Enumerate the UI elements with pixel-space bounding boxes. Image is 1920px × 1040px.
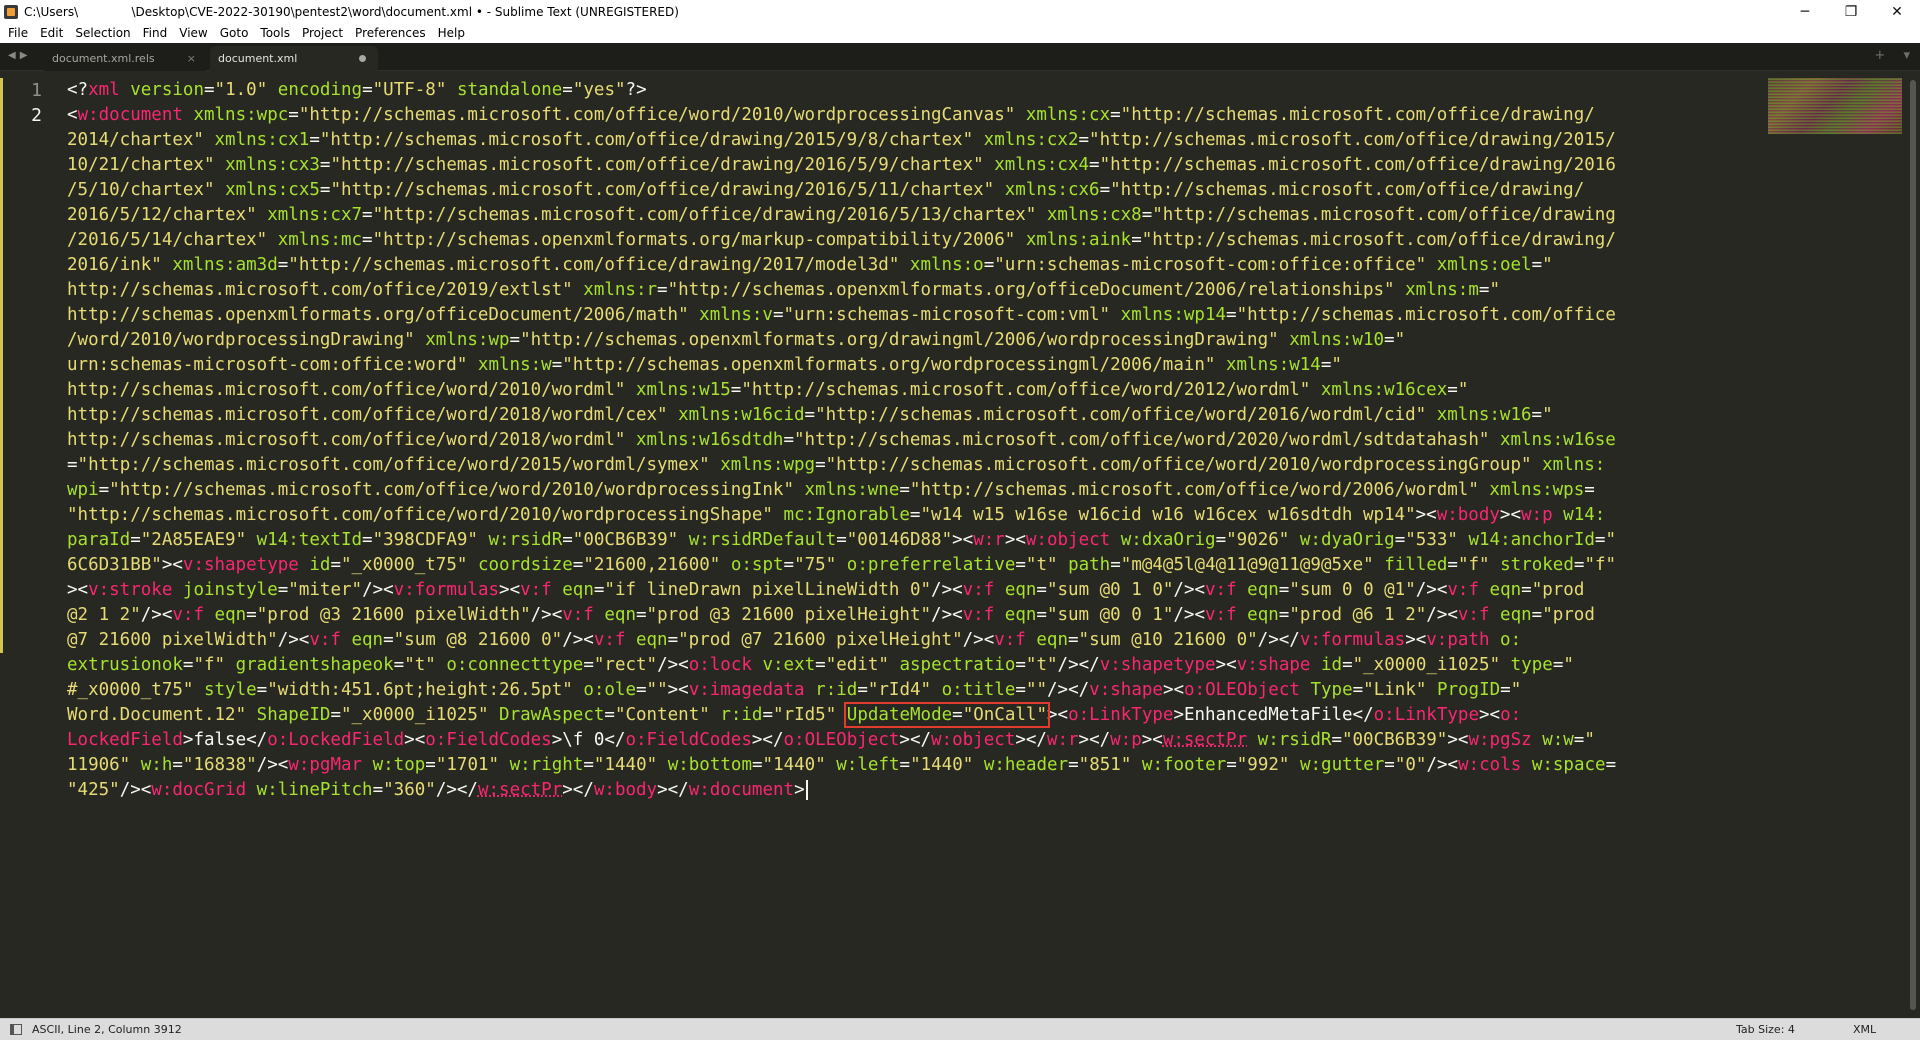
cursor-position: ASCII, Line 2, Column 3912: [32, 1023, 182, 1036]
tab-bar: ◀▶ document.xml.rels × document.xml + ▾: [0, 43, 1920, 71]
code-line: Word.Document.12" ShapeID="_x0000_i1025"…: [67, 702, 1522, 728]
panel-toggle-icon[interactable]: [10, 1024, 22, 1035]
code-line: http://schemas.microsoft.com/office/word…: [67, 430, 1616, 450]
line-number-gutter: 1 2: [0, 78, 62, 128]
window-title: C:\Users\ \Desktop\CVE-2022-30190\pentes…: [24, 4, 679, 19]
tab-size-selector[interactable]: Tab Size: 4: [1736, 1019, 1795, 1040]
tab-close-icon[interactable]: ×: [187, 52, 196, 65]
line-number: 1: [31, 80, 42, 101]
code-line: http://schemas.openxmlformats.org/office…: [67, 305, 1616, 325]
editor-area[interactable]: 1 2 <?xml version="1.0" encoding="UTF-8"…: [0, 72, 1920, 1018]
code-line: LockedField>false</o:LockedField><o:Fiel…: [67, 730, 1595, 750]
tab-label: document.xml: [218, 52, 298, 65]
code-line: @7 21600 pixelWidth"/><v:f eqn="sum @8 2…: [67, 630, 1522, 650]
new-tab-icon[interactable]: +: [1874, 48, 1885, 63]
sublime-text-icon: [4, 4, 18, 19]
title-bar: C:\Users\ \Desktop\CVE-2022-30190\pentes…: [0, 0, 1920, 23]
menu-find[interactable]: Find: [137, 23, 174, 43]
code-line: 11906" w:h="16838"/><w:pgMar w:top="1701…: [67, 755, 1617, 775]
tab-document-xml-rels[interactable]: document.xml.rels ×: [44, 46, 206, 71]
menu-edit[interactable]: Edit: [34, 23, 69, 43]
menu-view[interactable]: View: [173, 23, 213, 43]
minimize-button[interactable]: ─: [1782, 0, 1828, 23]
tab-overflow-icon[interactable]: ▾: [1903, 48, 1910, 63]
syntax-selector[interactable]: XML: [1853, 1019, 1876, 1040]
menu-selection[interactable]: Selection: [69, 23, 136, 43]
code-line: http://schemas.microsoft.com/office/2019…: [67, 280, 1500, 300]
code-line: 2016/ink" xmlns:am3d="http://schemas.mic…: [67, 255, 1553, 275]
tab-actions: + ▾: [1860, 48, 1910, 63]
code-line: extrusionok="f" gradientshapeok="t" o:co…: [67, 655, 1574, 675]
menu-project[interactable]: Project: [296, 23, 349, 43]
code-line: /word/2010/wordprocessingDrawing" xmlns:…: [67, 330, 1406, 350]
menu-goto[interactable]: Goto: [214, 23, 255, 43]
code-line: http://schemas.microsoft.com/office/word…: [67, 380, 1469, 400]
window-controls: ─ ❐ ✕: [1782, 0, 1920, 23]
code-content[interactable]: <?xml version="1.0" encoding="UTF-8" sta…: [67, 78, 1767, 803]
menu-tools[interactable]: Tools: [254, 23, 296, 43]
code-line: <?xml version="1.0" encoding="UTF-8" sta…: [67, 80, 647, 100]
updatemode-highlight: UpdateMode="OnCall": [843, 702, 1051, 728]
unsaved-dot-icon[interactable]: [359, 55, 366, 62]
code-line: "425"/><w:docGrid w:linePitch="360"/></w…: [67, 778, 1767, 803]
code-line: "http://schemas.microsoft.com/office/wor…: [67, 505, 1606, 525]
code-line: http://schemas.microsoft.com/office/word…: [67, 405, 1553, 425]
menu-preferences[interactable]: Preferences: [349, 23, 432, 43]
code-line: urn:schemas-microsoft-com:office:word" x…: [67, 355, 1342, 375]
code-line: 2014/chartex" xmlns:cx1="http://schemas.…: [67, 130, 1616, 150]
menu-bar: File Edit Selection Find View Goto Tools…: [0, 23, 1920, 43]
code-line: ="http://schemas.microsoft.com/office/wo…: [67, 455, 1606, 475]
code-line: 10/21/chartex" xmlns:cx3="http://schemas…: [67, 155, 1616, 175]
code-line: 2016/5/12/chartex" xmlns:cx7="http://sch…: [67, 205, 1616, 225]
code-line: /2016/5/14/chartex" xmlns:mc="http://sch…: [67, 230, 1616, 250]
code-line: @2 1 2"/><v:f eqn="prod @3 21600 pixelWi…: [67, 605, 1595, 625]
code-line: ><v:stroke joinstyle="miter"/><v:formula…: [67, 580, 1585, 600]
code-line: /5/10/chartex" xmlns:cx5="http://schemas…: [67, 180, 1585, 200]
status-bar: ASCII, Line 2, Column 3912 Tab Size: 4 X…: [0, 1018, 1920, 1040]
tab-document-xml[interactable]: document.xml: [210, 46, 378, 71]
scrollbar-thumb[interactable]: [1910, 80, 1916, 1010]
menu-help[interactable]: Help: [432, 23, 471, 43]
code-line: #_x0000_t75" style="width:451.6pt;height…: [67, 680, 1522, 700]
maximize-button[interactable]: ❐: [1828, 0, 1874, 23]
menu-file[interactable]: File: [2, 23, 34, 43]
code-line: 6C6D31BB"><v:shapetype id="_x0000_t75" c…: [67, 555, 1617, 575]
code-line: wpi="http://schemas.microsoft.com/office…: [67, 480, 1595, 500]
modified-line-marker: [0, 103, 3, 653]
close-button[interactable]: ✕: [1874, 0, 1920, 23]
code-line: <w:document xmlns:wpc="http://schemas.mi…: [67, 105, 1595, 125]
minimap[interactable]: [1768, 78, 1902, 134]
text-cursor: [805, 780, 808, 800]
tab-navigation-arrows-icon[interactable]: ◀▶: [8, 50, 31, 61]
line-number: 2: [31, 105, 42, 126]
tab-label: document.xml.rels: [52, 52, 155, 65]
vertical-scrollbar[interactable]: [1906, 72, 1920, 1018]
code-line: paraId="2A85EAE9" w14:textId="398CDFA9" …: [67, 530, 1617, 550]
